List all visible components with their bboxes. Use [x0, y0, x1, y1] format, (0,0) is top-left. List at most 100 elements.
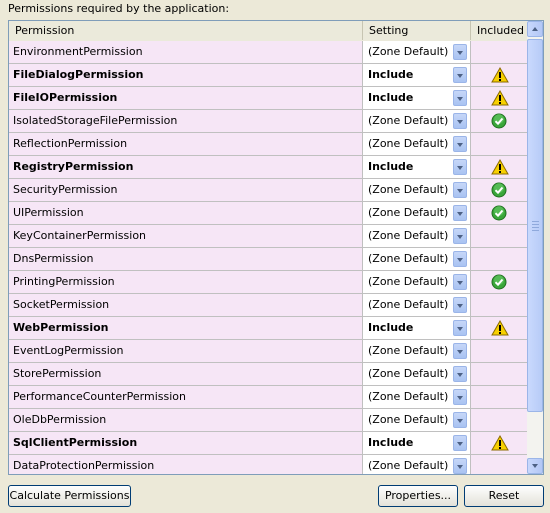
included-cell: [471, 271, 529, 293]
setting-dropdown[interactable]: Include: [363, 64, 471, 86]
permission-row[interactable]: PrintingPermission (Zone Default): [9, 271, 529, 294]
warning-icon: [491, 66, 509, 83]
included-cell: [471, 317, 529, 339]
permission-row[interactable]: KeyContainerPermission (Zone Default): [9, 225, 529, 248]
setting-dropdown[interactable]: (Zone Default): [363, 409, 471, 431]
chevron-down-icon[interactable]: [453, 389, 467, 405]
chevron-down-icon[interactable]: [453, 366, 467, 382]
permission-row[interactable]: SocketPermission (Zone Default): [9, 294, 529, 317]
permission-name: DnsPermission: [9, 248, 363, 270]
chevron-down-icon[interactable]: [453, 205, 467, 221]
setting-dropdown[interactable]: (Zone Default): [363, 248, 471, 270]
scroll-down-button[interactable]: [527, 458, 543, 474]
properties-button[interactable]: Properties...: [378, 485, 458, 507]
chevron-down-icon[interactable]: [453, 251, 467, 267]
permission-name: EventLogPermission: [9, 340, 363, 362]
setting-value: (Zone Default): [368, 413, 449, 426]
chevron-down-icon[interactable]: [453, 320, 467, 336]
calculate-permissions-button[interactable]: Calculate Permissions: [8, 485, 131, 507]
column-header-permission[interactable]: Permission: [9, 21, 363, 40]
permission-row[interactable]: FileIOPermission Include: [9, 87, 529, 110]
setting-dropdown[interactable]: (Zone Default): [363, 41, 471, 63]
included-cell: [471, 432, 529, 454]
setting-value: (Zone Default): [368, 114, 449, 127]
included-cell: [471, 248, 529, 270]
setting-value: Include: [368, 436, 414, 449]
setting-dropdown[interactable]: (Zone Default): [363, 363, 471, 385]
chevron-down-icon[interactable]: [453, 159, 467, 175]
included-cell: [471, 110, 529, 132]
chevron-down-icon[interactable]: [453, 182, 467, 198]
included-cell: [471, 64, 529, 86]
permission-name: SocketPermission: [9, 294, 363, 316]
vertical-scrollbar[interactable]: [527, 21, 543, 474]
permission-name: RegistryPermission: [9, 156, 363, 178]
included-cell: [471, 225, 529, 247]
setting-dropdown[interactable]: (Zone Default): [363, 202, 471, 224]
permission-row[interactable]: IsolatedStorageFilePermission (Zone Defau…: [9, 110, 529, 133]
setting-dropdown[interactable]: Include: [363, 156, 471, 178]
setting-dropdown[interactable]: (Zone Default): [363, 294, 471, 316]
permissions-grid[interactable]: Permission Setting Included EnvironmentP…: [8, 20, 544, 475]
column-header-included[interactable]: Included: [471, 21, 529, 40]
chevron-down-icon[interactable]: [453, 44, 467, 60]
permission-row[interactable]: DataProtectionPermission (Zone Default): [9, 455, 529, 474]
setting-dropdown[interactable]: (Zone Default): [363, 110, 471, 132]
chevron-down-icon[interactable]: [453, 274, 467, 290]
permission-row[interactable]: OleDbPermission (Zone Default): [9, 409, 529, 432]
column-header-setting[interactable]: Setting: [363, 21, 471, 40]
chevron-down-icon[interactable]: [453, 136, 467, 152]
chevron-down-icon[interactable]: [453, 113, 467, 129]
permission-row[interactable]: RegistryPermission Include: [9, 156, 529, 179]
chevron-down-icon[interactable]: [453, 90, 467, 106]
reset-button[interactable]: Reset: [464, 485, 544, 507]
permission-row[interactable]: SecurityPermission (Zone Default): [9, 179, 529, 202]
setting-dropdown[interactable]: (Zone Default): [363, 455, 471, 474]
permission-name: OleDbPermission: [9, 409, 363, 431]
chevron-down-icon[interactable]: [453, 297, 467, 313]
check-icon: [491, 205, 507, 221]
chevron-down-icon[interactable]: [453, 458, 467, 474]
thumb-grip: [532, 230, 539, 231]
permission-row[interactable]: ReflectionPermission (Zone Default): [9, 133, 529, 156]
chevron-down-icon[interactable]: [453, 412, 467, 428]
warning-icon: [491, 319, 509, 336]
permission-row[interactable]: WebPermission Include: [9, 317, 529, 340]
permission-row[interactable]: FileDialogPermission Include: [9, 64, 529, 87]
permission-rows: EnvironmentPermission (Zone Default) FileD…: [9, 41, 529, 474]
scroll-up-button[interactable]: [527, 21, 543, 37]
warning-icon: [491, 434, 509, 451]
permission-row[interactable]: EventLogPermission (Zone Default): [9, 340, 529, 363]
setting-dropdown[interactable]: Include: [363, 87, 471, 109]
included-cell: [471, 133, 529, 155]
permission-name: PrintingPermission: [9, 271, 363, 293]
permission-name: FileIOPermission: [9, 87, 363, 109]
chevron-down-icon[interactable]: [453, 435, 467, 451]
permission-name: WebPermission: [9, 317, 363, 339]
setting-dropdown[interactable]: (Zone Default): [363, 225, 471, 247]
setting-dropdown[interactable]: Include: [363, 432, 471, 454]
permission-name: PerformanceCounterPermission: [9, 386, 363, 408]
permission-name: ReflectionPermission: [9, 133, 363, 155]
scroll-thumb[interactable]: [527, 39, 543, 412]
chevron-down-icon[interactable]: [453, 343, 467, 359]
permissions-caption: Permissions required by the application:: [8, 2, 230, 15]
setting-value: (Zone Default): [368, 252, 449, 265]
setting-dropdown[interactable]: (Zone Default): [363, 271, 471, 293]
permission-row[interactable]: SqlClientPermission Include: [9, 432, 529, 455]
chevron-down-icon[interactable]: [453, 67, 467, 83]
setting-dropdown[interactable]: (Zone Default): [363, 179, 471, 201]
setting-value: (Zone Default): [368, 45, 449, 58]
chevron-down-icon[interactable]: [453, 228, 467, 244]
setting-dropdown[interactable]: (Zone Default): [363, 340, 471, 362]
permission-row[interactable]: StorePermission (Zone Default): [9, 363, 529, 386]
setting-dropdown[interactable]: (Zone Default): [363, 133, 471, 155]
permission-name: StorePermission: [9, 363, 363, 385]
permission-row[interactable]: EnvironmentPermission (Zone Default): [9, 41, 529, 64]
permission-row[interactable]: DnsPermission (Zone Default): [9, 248, 529, 271]
setting-dropdown[interactable]: Include: [363, 317, 471, 339]
permission-row[interactable]: UIPermission (Zone Default): [9, 202, 529, 225]
permission-name: SqlClientPermission: [9, 432, 363, 454]
permission-row[interactable]: PerformanceCounterPermission (Zone Defaul…: [9, 386, 529, 409]
setting-dropdown[interactable]: (Zone Default): [363, 386, 471, 408]
